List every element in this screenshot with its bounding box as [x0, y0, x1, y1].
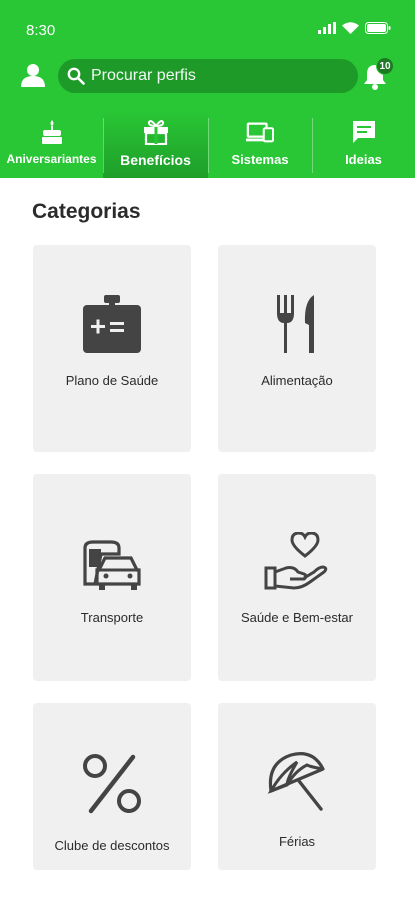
category-label: Clube de descontos [54, 838, 170, 853]
category-card-clube-de-descontos[interactable]: Clube de descontos [33, 703, 191, 870]
category-label: Saúde e Bem-estar [240, 610, 353, 625]
percent-icon [33, 753, 191, 815]
category-card-alimentacao[interactable]: Alimentação [218, 245, 376, 452]
category-card-saude-bem-estar[interactable]: Saúde e Bem-estar [218, 474, 376, 681]
bus-car-icon [33, 540, 191, 592]
beach-umbrella-icon [218, 751, 376, 813]
categories-grid: Plano de Saúde Alimentação Transporte Sa… [0, 0, 415, 870]
category-card-transporte[interactable]: Transporte [33, 474, 191, 681]
category-label: Alimentação [261, 373, 333, 388]
category-label: Plano de Saúde [65, 373, 159, 388]
category-card-plano-de-saude[interactable]: Plano de Saúde [33, 245, 191, 452]
fork-knife-icon [218, 293, 376, 355]
heart-hand-icon [218, 532, 376, 592]
category-label: Transporte [80, 610, 144, 625]
category-card-ferias[interactable]: Férias [218, 703, 376, 870]
category-label: Férias [278, 834, 316, 849]
health-card-icon [33, 295, 191, 355]
bottom-area [0, 870, 415, 900]
